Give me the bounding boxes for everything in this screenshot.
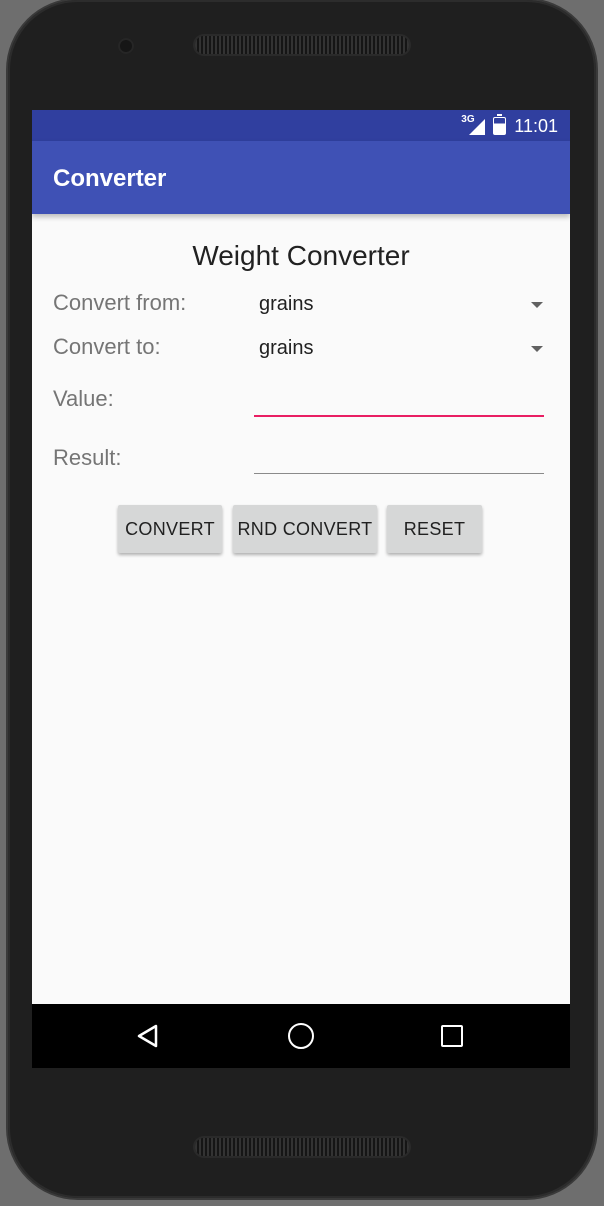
- back-icon[interactable]: [136, 1024, 160, 1048]
- chevron-down-icon: [531, 346, 543, 352]
- device-screen: 3G 11:01 Converter Weight Converter Conv…: [32, 110, 570, 1068]
- value-underline: [254, 415, 544, 417]
- recents-icon[interactable]: [441, 1025, 463, 1047]
- reset-button[interactable]: RESET: [387, 505, 482, 553]
- value-input[interactable]: [254, 377, 544, 417]
- convert-to-label: Convert to:: [53, 334, 161, 359]
- app-bar: Converter: [32, 141, 570, 214]
- page-title: Weight Converter: [192, 240, 410, 271]
- home-icon[interactable]: [288, 1023, 314, 1049]
- status-bar: 3G 11:01: [32, 110, 570, 141]
- value-field[interactable]: [254, 377, 544, 417]
- result-field: [254, 434, 544, 474]
- convert-to-value: grains: [259, 337, 314, 359]
- convert-from-value: grains: [259, 293, 314, 315]
- signal-icon: 3G: [461, 114, 486, 136]
- status-time: 11:01: [514, 115, 558, 136]
- front-camera: [118, 38, 134, 54]
- battery-icon: [493, 114, 507, 135]
- chevron-down-icon: [531, 302, 543, 308]
- result-output: [254, 434, 544, 474]
- app-title: Converter: [53, 165, 167, 192]
- convert-button[interactable]: CONVERT: [118, 505, 222, 553]
- value-label: Value:: [53, 386, 114, 411]
- navigation-bar: [32, 1004, 570, 1068]
- bottom-speaker-grille: [195, 1138, 409, 1156]
- rnd-convert-button[interactable]: RND CONVERT: [233, 505, 377, 553]
- result-label: Result:: [53, 445, 122, 470]
- convert-from-label: Convert from:: [53, 290, 187, 315]
- button-row: CONVERT RND CONVERT RESET: [32, 505, 570, 555]
- convert-to-dropdown[interactable]: grains: [259, 329, 546, 369]
- result-underline: [254, 473, 544, 474]
- convert-from-dropdown[interactable]: grains: [259, 285, 546, 325]
- top-speaker-grille: [195, 36, 409, 54]
